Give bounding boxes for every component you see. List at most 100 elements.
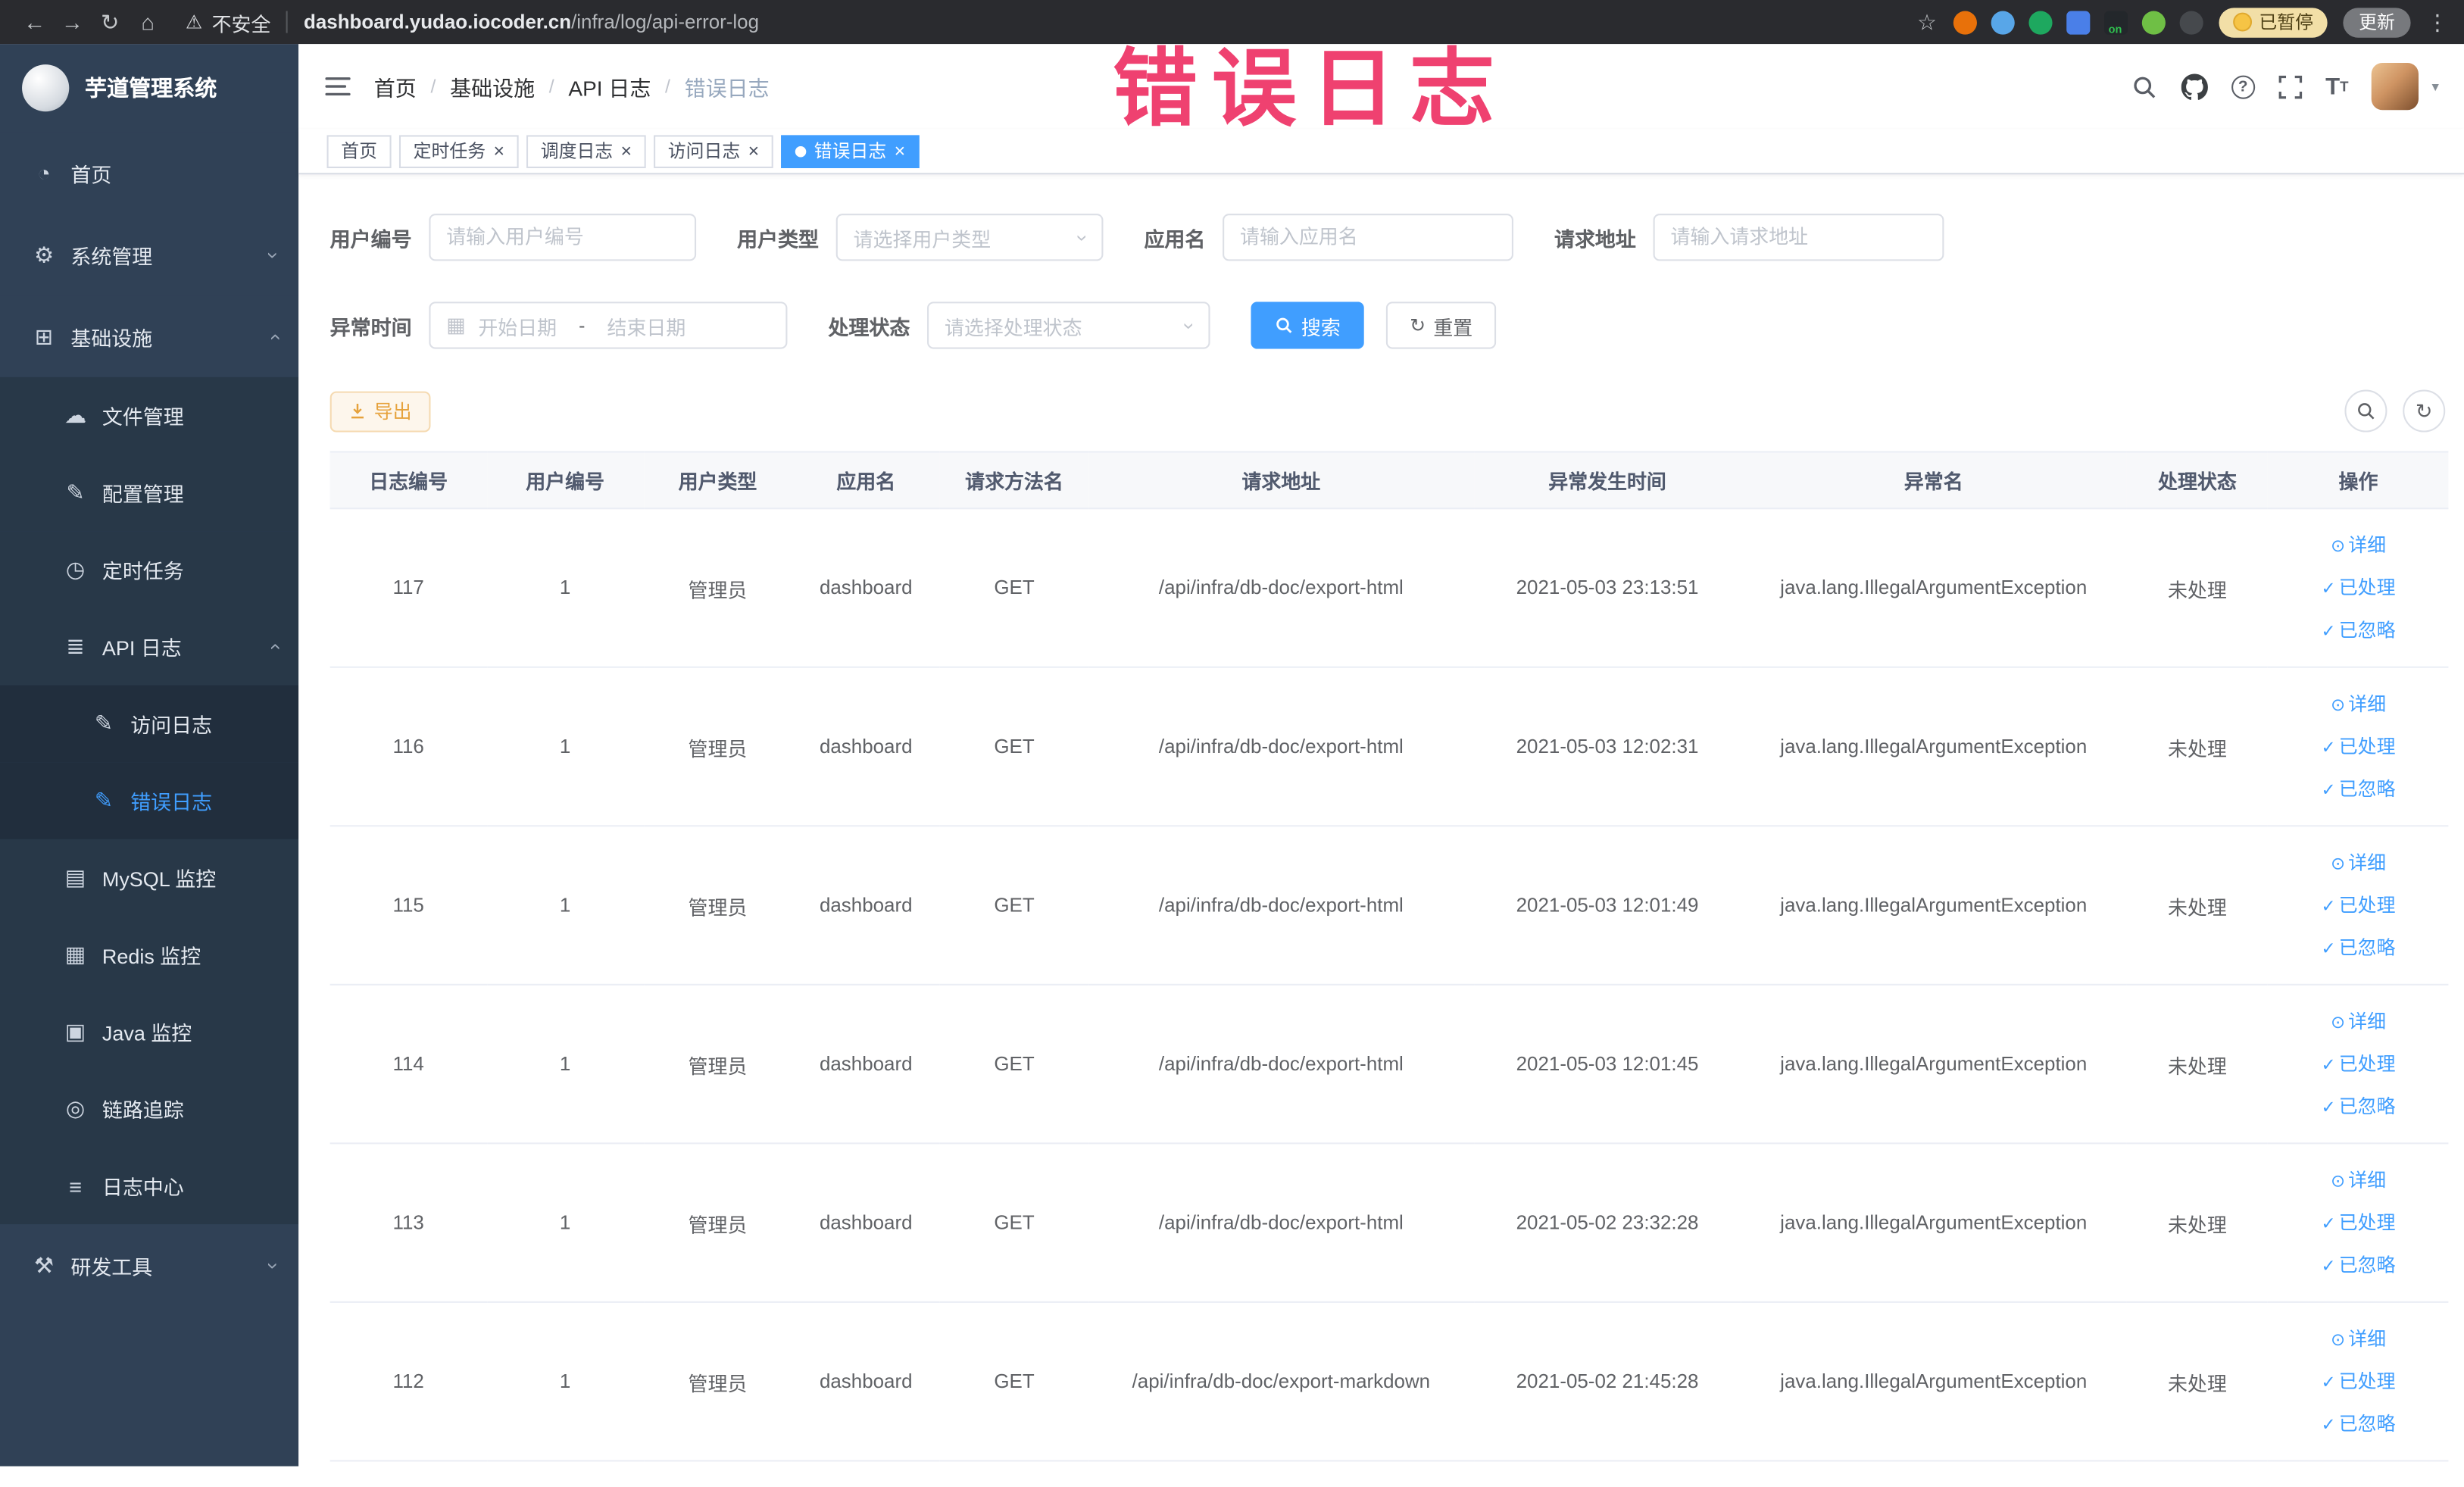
toggle-search-button[interactable] [2344, 389, 2387, 433]
sidebar-item-api-logs[interactable]: ≣ API 日志 › [0, 608, 299, 686]
site-security-chip[interactable]: ⚠ 不安全 [186, 7, 271, 36]
row-action-processed[interactable]: ✓ 已处理 [2275, 1201, 2442, 1244]
sidebar-item-home[interactable]: ◔ 首页 [0, 132, 299, 214]
cell-actions: ⊙ 详细 ✓ 已处理 ✓ 已忽略 [2268, 667, 2449, 827]
breadcrumb-item[interactable]: 首页 [374, 70, 417, 102]
sidebar-item-label: 错误日志 [130, 790, 213, 814]
column-header-time: 异常发生时间 [1473, 451, 1741, 510]
extensions-area: on [1952, 10, 2203, 36]
tab-home[interactable]: 首页 [326, 134, 392, 167]
sidebar-item-access-logs[interactable]: ✎ 访问日志 [0, 685, 299, 763]
orange-ball-extension-icon[interactable] [1952, 10, 1976, 34]
blue-drop-extension-icon[interactable] [1990, 10, 2014, 34]
github-icon[interactable] [2181, 73, 2208, 99]
tab-close-icon[interactable]: × [748, 142, 760, 161]
cell-user-id: 1 [486, 984, 644, 1145]
sidebar-item-file-management[interactable]: ☁ 文件管理 [0, 376, 299, 455]
browser-reload-icon[interactable]: ↻ [91, 8, 129, 35]
sidebar-item-mysql-monitor[interactable]: ▤ MySQL 监控 [0, 839, 299, 917]
row-action-detail[interactable]: ⊙ 详细 [2275, 1318, 2442, 1360]
cell-time: 2021-05-02 21:45:28 [1473, 1301, 1741, 1462]
row-action-processed[interactable]: ✓ 已处理 [2275, 725, 2442, 767]
blue-grid-extension-icon[interactable] [2066, 10, 2090, 34]
row-action-detail[interactable]: ⊙ 详细 [2275, 1159, 2442, 1201]
row-action-detail[interactable]: ⊙ 详细 [2275, 683, 2442, 725]
tab-error-log[interactable]: 错误日志 × [781, 134, 920, 167]
dark-paw-extension-icon[interactable] [2178, 10, 2203, 34]
url-path[interactable]: /infra/log/api-error-log [571, 11, 759, 33]
sidebar-item-log-center[interactable]: ≡ 日志中心 [0, 1147, 299, 1225]
row-action-ignored[interactable]: ✓ 已忽略 [2275, 1403, 2442, 1445]
proxy-on-extension-icon[interactable]: on [2103, 10, 2128, 36]
avatar-caret-down-icon[interactable]: ▾ [2432, 78, 2439, 95]
process-status-select[interactable]: 请选择处理状态 › [927, 301, 1210, 349]
row-action-ignored[interactable]: ✓ 已忽略 [2275, 609, 2442, 651]
green-check-extension-icon[interactable] [2028, 10, 2052, 34]
file-icon: ☁ [64, 402, 87, 428]
browser-back-icon[interactable]: ← [16, 9, 54, 34]
sidebar-item-scheduled-jobs[interactable]: ◷ 定时任务 [0, 531, 299, 608]
row-action-processed[interactable]: ✓ 已处理 [2275, 884, 2442, 926]
breadcrumb-item[interactable]: API 日志 [568, 70, 651, 102]
sidebar-item-trace[interactable]: ◎ 链路追踪 [0, 1070, 299, 1148]
sidebar-toggle-hamburger-icon[interactable] [323, 72, 351, 100]
row-action-processed[interactable]: ✓ 已处理 [2275, 1360, 2442, 1403]
request-url-input[interactable] [1653, 214, 1944, 261]
sidebar-item-label: 研发工具 [70, 1254, 153, 1279]
url-host[interactable]: dashboard.yudao.iocoder.cn [304, 11, 571, 33]
table-header-row: 日志编号 用户编号 用户类型 应用名 请求方法名 请求地址 异常发生时间 异常名 处理状态 操作 [329, 451, 2449, 510]
tools-icon: ⚒ [34, 1251, 55, 1277]
search-icon[interactable] [2131, 73, 2157, 99]
breadcrumb-item[interactable]: 基础设施 [450, 70, 535, 102]
row-action-detail[interactable]: ⊙ 详细 [2275, 524, 2442, 567]
sidebar-item-error-logs[interactable]: ✎ 错误日志 [0, 762, 299, 839]
sidebar-item-config-management[interactable]: ✎ 配置管理 [0, 454, 299, 532]
browser-home-icon[interactable]: ⌂ [129, 9, 167, 34]
bookmark-star-icon[interactable]: ☆ [1917, 8, 1937, 35]
row-action-ignored[interactable]: ✓ 已忽略 [2275, 1086, 2442, 1128]
user-type-select[interactable]: 请选择用户类型 › [835, 214, 1104, 261]
tab-close-icon[interactable]: × [895, 142, 906, 161]
view-icon: ⊙ [2330, 1171, 2346, 1191]
tab-scheduled-jobs[interactable]: 定时任务 × [398, 134, 519, 167]
sidebar-item-system-management[interactable]: ⚙ 系统管理 › [0, 214, 299, 296]
fullscreen-icon[interactable] [2278, 74, 2302, 98]
refresh-table-button[interactable]: ↻ [2403, 389, 2446, 433]
green-leaf-extension-icon[interactable] [2141, 10, 2165, 34]
row-action-detail[interactable]: ⊙ 详细 [2275, 1001, 2442, 1043]
table-row: 112 1 管理员 dashboard GET/api/infra/db-doc/exp… [329, 1301, 2449, 1462]
check-icon: ✓ [2321, 896, 2336, 916]
row-action-ignored[interactable]: ✓ 已忽略 [2275, 926, 2442, 969]
row-action-ignored[interactable]: ✓ 已忽略 [2275, 1244, 2442, 1286]
tab-close-icon[interactable]: × [493, 142, 504, 161]
tab-close-icon[interactable]: × [621, 142, 632, 161]
redis-icon: ▦ [64, 941, 86, 967]
help-icon[interactable]: ? [2231, 74, 2255, 98]
cell-time: 2021-05-03 12:02:31 [1473, 667, 1741, 827]
export-button[interactable]: 导出 [329, 390, 431, 432]
row-action-processed[interactable]: ✓ 已处理 [2275, 1043, 2442, 1086]
exception-time-range-picker[interactable]: ▦ 开始日期 - 结束日期 [429, 301, 788, 349]
sidebar-item-redis-monitor[interactable]: ▦ Redis 监控 [0, 916, 299, 994]
font-size-icon[interactable]: TT [2325, 73, 2348, 99]
sidebar-item-infrastructure[interactable]: ⊞ 基础设施 › [0, 295, 299, 377]
row-action-processed[interactable]: ✓ 已处理 [2275, 567, 2442, 609]
user-id-input[interactable] [429, 214, 697, 261]
check-icon: ✓ [2321, 621, 2336, 641]
search-button[interactable]: 搜索 [1251, 301, 1364, 349]
row-action-detail[interactable]: ⊙ 详细 [2275, 842, 2442, 884]
cell-actions: ⊙ 详细 ✓ 已处理 ✓ 已忽略 [2268, 508, 2449, 668]
app-name-input[interactable] [1223, 214, 1514, 261]
browser-menu-kebab-icon[interactable]: ⋮ [2426, 8, 2448, 35]
row-action-ignored[interactable]: ✓ 已忽略 [2275, 767, 2442, 810]
app-logo[interactable]: 芋道管理系统 [0, 44, 298, 132]
user-avatar[interactable] [2372, 62, 2419, 111]
tab-access-log[interactable]: 访问日志 × [654, 134, 773, 167]
profile-paused-badge[interactable]: 已暂停 [2218, 7, 2328, 37]
reset-button[interactable]: ↻ 重置 [1385, 301, 1497, 349]
sidebar-item-dev-tools[interactable]: ⚒ 研发工具 › [0, 1224, 299, 1307]
browser-forward-icon[interactable]: → [54, 9, 92, 34]
sidebar-item-java-monitor[interactable]: ▣ Java 监控 [0, 993, 299, 1070]
browser-update-button[interactable]: 更新 [2343, 7, 2411, 37]
tab-schedule-log[interactable]: 调度日志 × [526, 134, 646, 167]
